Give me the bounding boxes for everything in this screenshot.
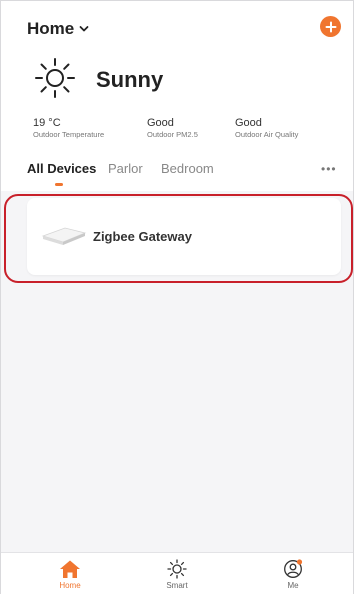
stat-temperature: 19 °C Outdoor Temperature: [33, 117, 104, 139]
plus-icon: [325, 21, 336, 32]
profile-icon: [284, 559, 303, 578]
tab-all-devices[interactable]: All Devices: [27, 161, 96, 176]
nav-me[interactable]: Me: [263, 559, 323, 590]
stat-label: Outdoor PM2.5: [147, 130, 198, 139]
tab-bedroom[interactable]: Bedroom: [161, 161, 214, 176]
more-options-button[interactable]: •••: [321, 162, 337, 176]
home-title: Home: [27, 19, 75, 38]
home-icon: [60, 560, 80, 578]
nav-home[interactable]: Home: [40, 559, 100, 590]
nav-smart[interactable]: Smart: [147, 559, 207, 590]
home-selector[interactable]: Home: [27, 19, 89, 39]
nav-label: Me: [287, 581, 299, 590]
tab-parlor[interactable]: Parlor: [108, 161, 143, 176]
room-tabs: All Devices Parlor Bedroom: [27, 161, 339, 191]
chevron-down-icon: [79, 26, 89, 32]
add-device-button[interactable]: [320, 16, 341, 37]
weather-condition: Sunny: [96, 67, 164, 92]
tab-indicator: [55, 183, 63, 186]
stat-label: Outdoor Temperature: [33, 130, 105, 139]
app-screen: Home Sunny 19 °C Outdoor Temperature Goo…: [0, 0, 354, 595]
home-header: Home Sunny 19 °C Outdoor Temperature Goo…: [1, 1, 353, 191]
stat-value: Good: [235, 117, 262, 129]
bottom-navigation: Home Smart Me: [1, 552, 353, 595]
stat-value: Good: [147, 117, 174, 129]
sun-icon: [35, 58, 75, 98]
stat-pm25: Good Outdoor PM2.5: [147, 117, 198, 139]
nav-label: Home: [59, 581, 81, 590]
nav-label: Smart: [166, 581, 188, 590]
stat-value: 19 °C: [33, 117, 61, 129]
stat-label: Outdoor Air Quality: [235, 130, 299, 139]
sun-icon: [167, 559, 187, 579]
highlight-outline: [4, 194, 353, 283]
stat-air-quality: Good Outdoor Air Quality: [235, 117, 298, 139]
